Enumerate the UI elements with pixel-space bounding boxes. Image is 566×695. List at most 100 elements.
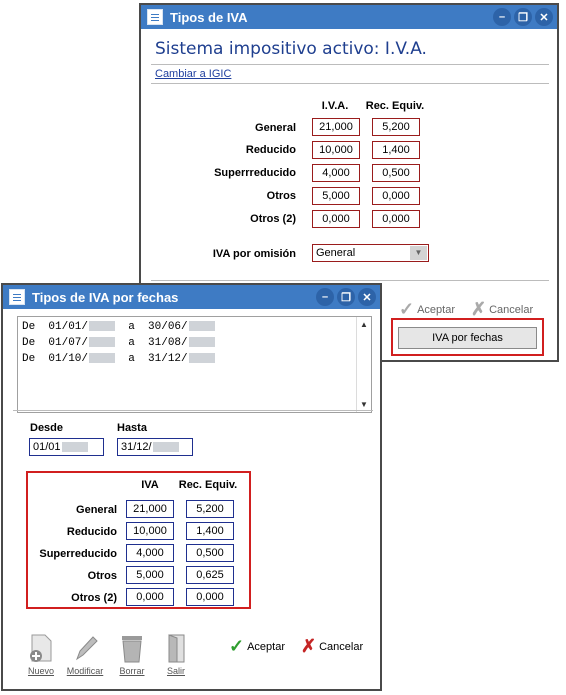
date-ranges-list[interactable]: De 01/01/ a 30/06/ De 01/07/ a 31/08/ De… [17,316,372,413]
w1-titlebar[interactable]: Tipos de IVA – ❐ ✕ [141,5,557,29]
w1-title: Tipos de IVA [170,9,248,25]
app-icon [9,289,25,305]
divider [151,280,549,281]
list-de: De [22,353,36,365]
rec-otros2-field[interactable]: 0,000 [372,210,420,228]
list-a: a [128,337,135,349]
divider [151,64,549,65]
col-header-iva: IVA [141,479,159,491]
redacted-year [61,442,88,453]
list-a: a [128,321,135,333]
row-label-general: General [76,504,117,516]
restore-icon[interactable]: ❐ [514,8,532,26]
row-label-superreducido: Superrreducido [214,167,296,179]
close-icon[interactable]: ✕ [358,288,376,306]
iva-superreducido-field[interactable]: 4,000 [126,544,174,562]
minimize-icon[interactable]: – [316,288,334,306]
col-header-iva: I.V.A. [321,100,349,112]
rec-superreducido-field[interactable]: 0,500 [186,544,234,562]
desde-field[interactable]: 01/01 [29,438,104,456]
hasta-value: 31/12/ [121,441,152,453]
new-label: Nuevo [27,666,54,676]
rec-otros-field[interactable]: 0,625 [186,566,234,584]
row-label-otros: Otros [266,190,296,202]
iva-reducido-field[interactable]: 10,000 [126,522,174,540]
row-label-general: General [255,122,296,134]
list-item[interactable]: De 01/07/ a 31/08/ [22,337,215,349]
check-icon: ✓ [399,299,415,319]
hasta-label: Hasta [117,422,147,434]
exit-label: Salir [166,666,185,676]
default-iva-select[interactable]: General ▼ [312,244,429,262]
row-label-superreducido: Superreducido [39,548,117,560]
rec-reducido-field[interactable]: 1,400 [372,141,420,159]
w1-accept-label: Aceptar [417,303,456,316]
close-icon[interactable]: ✕ [535,8,553,26]
delete-button[interactable]: Borrar [112,633,152,676]
default-iva-label: IVA por omisión [212,248,296,260]
list-item[interactable]: De 01/01/ a 30/06/ [22,321,215,333]
w1-cancel-button[interactable]: ✗ Cancelar [471,299,533,320]
modify-button[interactable]: Modificar [65,633,105,676]
check-icon: ✓ [229,636,245,656]
rec-superreducido-field[interactable]: 0,500 [372,164,420,182]
row-label-otros2: Otros (2) [71,592,117,604]
redacted-year [152,442,179,453]
redacted-year [89,321,116,332]
w1-cancel-label: Cancelar [489,303,534,316]
exit-button[interactable]: Salir [156,633,196,676]
list-scrollbar[interactable]: ▲ ▼ [356,317,371,412]
restore-icon[interactable]: ❐ [337,288,355,306]
w2-titlebar[interactable]: Tipos de IVA por fechas – ❐ ✕ [3,285,380,309]
list-from: 01/07/ [48,337,89,349]
iva-otros-field[interactable]: 5,000 [312,187,360,205]
list-a: a [128,353,135,365]
divider [151,83,549,84]
row-label-reducido: Reducido [245,144,296,156]
iva-by-dates-button[interactable]: IVA por fechas [398,327,537,349]
rec-reducido-field[interactable]: 1,400 [186,522,234,540]
col-header-rec: Rec. Equiv. [178,479,238,491]
hasta-field[interactable]: 31/12/ [117,438,193,456]
rec-otros-field[interactable]: 0,000 [372,187,420,205]
rec-otros2-field[interactable]: 0,000 [186,588,234,606]
list-to: 30/06/ [148,321,188,333]
redacted-year [89,337,116,348]
iva-otros2-field[interactable]: 0,000 [312,210,360,228]
w2-accept-button[interactable]: ✓ Aceptar [229,636,285,657]
w2-title: Tipos de IVA por fechas [32,289,179,305]
iva-superreducido-field[interactable]: 4,000 [312,164,360,182]
change-to-igic-link[interactable]: Cambiar a IGIC [155,68,231,80]
iva-reducido-field[interactable]: 10,000 [312,141,360,159]
divider [13,410,373,411]
scroll-down-icon[interactable]: ▼ [360,400,368,409]
w2-accept-label: Aceptar [247,640,286,653]
minimize-icon[interactable]: – [493,8,511,26]
trash-icon [118,633,146,663]
row-label-otros: Otros [87,570,117,582]
iva-otros2-field[interactable]: 0,000 [126,588,174,606]
iva-general-field[interactable]: 21,000 [126,500,174,518]
app-icon [147,9,163,25]
delete-label: Borrar [119,666,145,676]
w1-accept-button[interactable]: ✓ Aceptar [399,299,455,320]
iva-otros-field[interactable]: 5,000 [126,566,174,584]
list-de: De [22,321,36,333]
w2-cancel-button[interactable]: ✗ Cancelar [301,636,363,657]
desde-value: 01/01 [33,441,61,453]
scroll-up-icon[interactable]: ▲ [360,320,368,329]
rec-general-field[interactable]: 5,200 [186,500,234,518]
rec-general-field[interactable]: 5,200 [372,118,420,136]
list-item[interactable]: De 01/10/ a 31/12/ [22,353,215,365]
new-button[interactable]: Nuevo [21,633,61,676]
default-iva-value: General [316,247,356,259]
pencil-icon [71,633,99,663]
chevron-down-icon[interactable]: ▼ [410,246,427,260]
new-document-icon [27,633,55,663]
cross-icon: ✗ [471,299,487,319]
list-de: De [22,337,36,349]
w2-cancel-label: Cancelar [319,640,364,653]
iva-general-field[interactable]: 21,000 [312,118,360,136]
redacted-year [188,321,215,332]
modify-label: Modificar [66,666,104,676]
